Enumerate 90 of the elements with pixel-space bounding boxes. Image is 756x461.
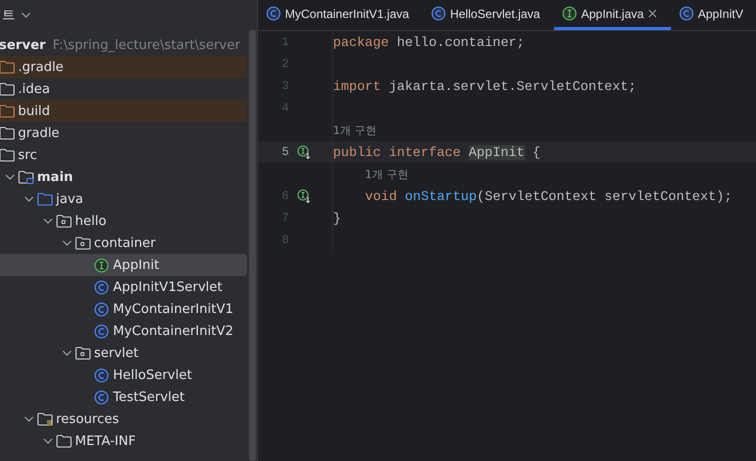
tree-item[interactable]: build	[0, 100, 247, 122]
tree-item-label: MyContainerInitV2	[113, 324, 234, 338]
tree-item[interactable]: TestServlet	[0, 386, 247, 408]
folder-icon	[0, 104, 15, 118]
chevron-down-icon[interactable]	[43, 218, 53, 224]
tree-item-label: TestServlet	[113, 390, 185, 404]
code-line: void onStartup(ServletContext servletContext);	[365, 188, 732, 204]
folder-icon	[0, 148, 15, 162]
module-path: F:\spring_lecture\start\server	[52, 38, 240, 52]
scrollbar[interactable]	[249, 30, 256, 461]
folder-icon	[75, 346, 91, 360]
tree-item-label: container	[94, 236, 156, 250]
close-icon[interactable]	[648, 9, 657, 18]
chevron-down-icon[interactable]	[24, 196, 34, 202]
panel-title[interactable]: 트	[2, 6, 15, 24]
tab-label: AppInit.java	[581, 6, 644, 20]
tree-item-label: hello	[75, 214, 106, 228]
editor-tab[interactable]: HelloServlet.java	[423, 0, 554, 30]
tree-item-label: .idea	[18, 82, 50, 96]
folder-icon	[37, 412, 53, 426]
tree-item[interactable]: META-INF	[0, 430, 247, 452]
tree-item-label: MyContainerInitV1	[113, 302, 234, 316]
tree-item-label: .gradle	[18, 60, 64, 74]
editor-tab[interactable]: AppInitV	[670, 0, 756, 30]
tree-item[interactable]: AppInit	[0, 254, 247, 276]
tree-item-label: main	[37, 170, 74, 184]
folder-icon	[37, 192, 53, 206]
tree-item-label: src	[18, 148, 37, 162]
implemented-icon[interactable]	[297, 145, 311, 159]
chevron-down-icon[interactable]	[5, 174, 15, 180]
interface-icon	[562, 6, 578, 21]
code-line: import jakarta.servlet.ServletContext;	[333, 78, 636, 94]
class-icon	[94, 280, 109, 294]
class-icon	[94, 390, 109, 404]
tree-item[interactable]: resources	[0, 408, 247, 430]
tree-item[interactable]: gradle	[0, 122, 247, 144]
chevron-down-icon[interactable]	[21, 12, 31, 18]
folder-icon	[0, 60, 15, 74]
class-icon	[431, 6, 446, 21]
folder-icon	[56, 214, 72, 228]
interface-icon	[94, 258, 109, 272]
chevron-down-icon[interactable]	[62, 240, 72, 246]
folder-icon	[75, 236, 91, 250]
tree-item-label: resources	[56, 412, 120, 426]
chevron-down-icon[interactable]	[24, 416, 34, 422]
editor-tab[interactable]: MyContainerInitV1.java	[258, 0, 424, 30]
implemented-icon[interactable]	[297, 189, 311, 203]
tree-item[interactable]: .gradle	[0, 56, 247, 78]
class-icon	[94, 302, 109, 316]
code-line: package hello.container;	[333, 34, 525, 50]
tree-item-label: AppInit	[113, 258, 160, 272]
tree-item-label: AppInitV1Servlet	[113, 280, 222, 294]
tree-item[interactable]: HelloServlet	[0, 364, 247, 386]
class-icon	[678, 6, 694, 21]
tree-item[interactable]: container	[0, 232, 247, 254]
tree-item[interactable]: .idea	[0, 78, 247, 100]
tab-label: AppInitV	[698, 6, 744, 20]
folder-icon	[18, 170, 34, 184]
tree-item[interactable]: java	[0, 188, 247, 210]
tab-label: MyContainerInitV1.java	[285, 6, 410, 20]
tree-item[interactable]: MyContainerInitV2	[0, 320, 247, 342]
tree-item[interactable]: AppInitV1Servlet	[0, 276, 247, 298]
tree-item-label: server	[0, 38, 46, 52]
class-icon	[94, 368, 109, 382]
inlay-hint[interactable]: 1개 구현	[365, 166, 408, 182]
folder-icon	[0, 126, 15, 140]
tree-item[interactable]: hello	[0, 210, 247, 232]
tree-item-label: META-INF	[75, 434, 136, 448]
tab-label: HelloServlet.java	[450, 6, 540, 20]
code-line: }	[333, 210, 341, 226]
tree-item-label: java	[56, 192, 84, 206]
line-number: 5	[280, 145, 289, 159]
tree-item[interactable]: servlet	[0, 342, 247, 364]
class-icon	[266, 6, 281, 21]
folder-icon	[0, 82, 15, 96]
tree-item[interactable]: server F:\spring_lecture\start\server	[0, 34, 247, 56]
tree-item-label: build	[18, 104, 50, 118]
inlay-hint[interactable]: 1개 구현	[333, 122, 376, 138]
chevron-down-icon[interactable]	[43, 438, 53, 444]
tree-item-label: HelloServlet	[113, 368, 192, 382]
tree-item[interactable]: src	[0, 144, 247, 166]
code-line: public interface AppInit {	[333, 144, 540, 160]
class-icon	[94, 324, 109, 338]
folder-icon	[56, 434, 72, 448]
tree-item[interactable]: main	[0, 166, 247, 188]
editor-tab[interactable]: AppInit.java	[554, 0, 671, 30]
tree-item[interactable]: MyContainerInitV1	[0, 298, 247, 320]
tree-item-label: gradle	[18, 126, 60, 140]
chevron-down-icon[interactable]	[62, 350, 72, 356]
tree-item-label: servlet	[94, 346, 139, 360]
